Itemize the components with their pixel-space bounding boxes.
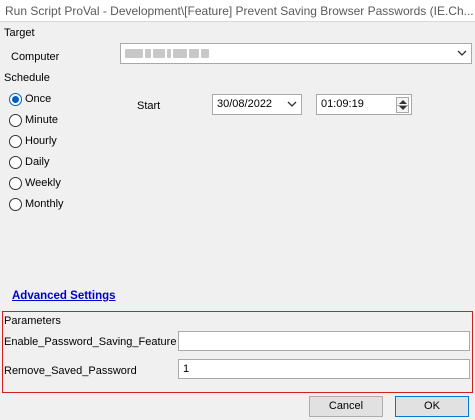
radio-button[interactable] xyxy=(9,197,22,211)
target-group-label: Target xyxy=(4,27,35,39)
computer-label: Computer xyxy=(11,51,60,63)
radio-monthly[interactable]: Monthly xyxy=(9,196,64,212)
schedule-group-label: Schedule xyxy=(4,72,50,84)
radio-minute[interactable]: Minute xyxy=(9,112,58,128)
start-date-picker[interactable]: 30/08/2022 xyxy=(212,94,302,115)
radio-button[interactable] xyxy=(9,113,22,127)
chevron-down-icon xyxy=(287,101,297,107)
start-date-value: 30/08/2022 xyxy=(217,98,273,110)
radio-daily-label: Daily xyxy=(25,156,50,168)
computer-value-redacted xyxy=(125,47,225,59)
radio-hourly[interactable]: Hourly xyxy=(9,133,57,149)
ok-button[interactable]: OK xyxy=(395,396,469,417)
radio-button-checked[interactable] xyxy=(9,92,22,106)
param-input-enable-password-saving[interactable] xyxy=(178,331,470,351)
radio-button[interactable] xyxy=(9,134,22,148)
radio-once[interactable]: Once xyxy=(9,91,51,107)
radio-hourly-label: Hourly xyxy=(25,135,57,147)
radio-once-label: Once xyxy=(25,93,52,105)
radio-minute-label: Minute xyxy=(25,114,59,126)
radio-button[interactable] xyxy=(9,176,22,190)
window-title: Run Script ProVal - Development\[Feature… xyxy=(5,4,473,18)
parameters-group-label: Parameters xyxy=(4,315,61,327)
radio-weekly-label: Weekly xyxy=(25,177,61,189)
chevron-down-icon xyxy=(457,50,467,56)
start-time-value: 01:09:19 xyxy=(321,98,364,110)
parameters-highlight-box xyxy=(2,311,473,393)
start-label: Start xyxy=(137,100,161,112)
computer-dropdown[interactable] xyxy=(120,43,472,64)
param-value-remove-saved-password: 1 xyxy=(183,363,190,375)
spinner-down-icon[interactable] xyxy=(399,106,407,110)
title-bar: Run Script ProVal - Development\[Feature… xyxy=(0,0,475,22)
advanced-settings-link[interactable]: Advanced Settings xyxy=(12,290,116,302)
radio-monthly-label: Monthly xyxy=(25,198,64,210)
cancel-button[interactable]: Cancel xyxy=(309,396,383,417)
radio-button[interactable] xyxy=(9,155,22,169)
param-input-remove-saved-password[interactable]: 1 xyxy=(178,359,470,379)
radio-daily[interactable]: Daily xyxy=(9,154,49,170)
param-label-remove-saved-password: Remove_Saved_Password xyxy=(4,365,137,377)
param-label-enable-password-saving: Enable_Password_Saving_Feature xyxy=(4,336,177,348)
start-time-input[interactable]: 01:09:19 xyxy=(316,94,412,115)
time-spinner[interactable] xyxy=(396,97,409,113)
radio-weekly[interactable]: Weekly xyxy=(9,175,61,191)
spinner-up-icon[interactable] xyxy=(399,100,407,104)
